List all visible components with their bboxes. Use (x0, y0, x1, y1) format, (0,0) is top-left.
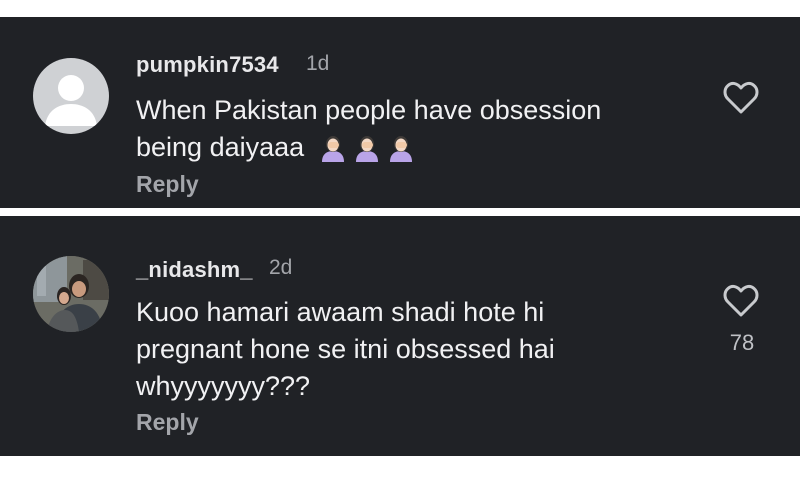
profile-photo-icon (33, 256, 109, 332)
comment-username[interactable]: _nidashm_ (136, 257, 253, 283)
comment-card: _nidashm_ 2d Kuoo hamari awaam shadi hot… (0, 216, 800, 456)
avatar[interactable] (33, 58, 109, 134)
comment-text-line: pregnant hone se itni obsessed hai (136, 334, 555, 364)
avatar[interactable] (33, 256, 109, 332)
reply-button[interactable]: Reply (136, 409, 199, 436)
comment-timestamp: 1d (306, 52, 330, 75)
comment-username[interactable]: pumpkin7534 (136, 52, 279, 78)
comment-text: Kuoo hamari awaam shadi hote hi pregnant… (136, 294, 696, 405)
comment-text-line: whyyyyyyy??? (136, 371, 311, 401)
reply-button[interactable]: Reply (136, 171, 199, 198)
like-count: 78 (729, 330, 755, 355)
like-heart-icon[interactable] (723, 81, 759, 120)
face-palm-icon (354, 134, 380, 172)
comment-card: pumpkin7534 1d When Pakistan people have… (0, 17, 800, 208)
default-user-icon (45, 75, 97, 126)
face-palm-icon (388, 134, 414, 172)
comment-text-line: When Pakistan people have obsession (136, 95, 602, 125)
face-palm-icon (320, 134, 346, 172)
comment-timestamp: 2d (269, 256, 293, 279)
like-heart-icon[interactable] (723, 284, 759, 323)
comment-text: When Pakistan people have obsession bein… (136, 92, 696, 172)
comment-text-line: being daiyaaa (136, 132, 305, 162)
comment-text-line: Kuoo hamari awaam shadi hote hi (136, 297, 545, 327)
